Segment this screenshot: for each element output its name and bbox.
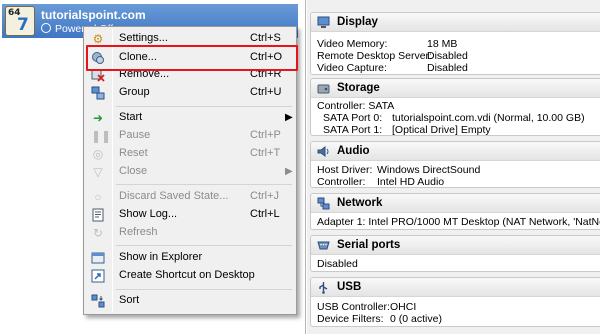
usb-value: 0 (0 active) (390, 313, 442, 325)
usb-key: USB Controller: (317, 301, 390, 313)
audio-title: Audio (337, 145, 370, 157)
menu-item-label: Discard Saved State... (119, 190, 229, 202)
start-arrow-icon: ➜ (92, 111, 104, 125)
monitor-icon (317, 16, 330, 28)
reset-icon: ◎ (92, 147, 104, 161)
display-title: Display (337, 16, 378, 28)
menu-item-label: Pause (119, 129, 151, 141)
menu-item-shortcut: Ctrl+T (250, 147, 281, 159)
menu-item-shortcut: Ctrl+U (250, 86, 282, 98)
menu-item-create-shortcut[interactable]: Create Shortcut on Desktop (86, 267, 294, 285)
serial-status: Disabled (317, 258, 358, 270)
menu-item-show-log[interactable]: Show Log... Ctrl+L (86, 206, 294, 224)
audio-value: Intel HD Audio (377, 176, 445, 188)
serial-title: Serial ports (337, 239, 401, 251)
display-key: Remote Desktop Server: (317, 50, 432, 62)
usb-title: USB (337, 281, 362, 293)
audio-value: Windows DirectSound (377, 164, 481, 176)
storage-icon (317, 84, 330, 94)
windows-7-64-icon: 64 7 (5, 6, 35, 36)
menu-item-close[interactable]: ▽ Close ▶ (86, 163, 294, 181)
storage-controller: Controller: SATA (317, 100, 395, 112)
vm-name: tutorialspoint.com (41, 8, 146, 22)
menu-item-label: Show Log... (119, 208, 178, 220)
usb-icon (319, 282, 328, 294)
power-off-icon (41, 23, 51, 33)
menu-item-label: Create Shortcut on Desktop (119, 269, 255, 281)
menu-item-discard-saved-state[interactable]: ○ Discard Saved State... Ctrl+J (86, 188, 294, 206)
clone-highlight-box (86, 45, 298, 71)
storage-key: SATA Port 1: (323, 124, 383, 136)
audio-key: Controller: (317, 176, 366, 188)
audio-section: Audio Host Driver: Windows DirectSound Co… (310, 141, 600, 188)
network-adapter: Adapter 1: Intel PRO/1000 MT Desktop (NA… (317, 216, 600, 228)
menu-item-shortcut: Ctrl+L (250, 208, 280, 220)
menu-item-label: Refresh (119, 226, 158, 238)
menu-item-sort[interactable]: Sort (86, 292, 294, 310)
settings-icon: ⚙ (92, 32, 104, 46)
menu-item-shortcut: Ctrl+P (250, 129, 281, 141)
discard-icon: ○ (94, 190, 102, 204)
display-value: Disabled (427, 62, 468, 74)
menu-item-start[interactable]: ➜ Start ▶ (86, 109, 294, 127)
menu-item-group[interactable]: Group Ctrl+U (86, 84, 294, 102)
submenu-arrow-icon: ▶ (285, 112, 293, 123)
shortcut-icon (91, 269, 105, 283)
network-section-header[interactable]: Network (311, 194, 600, 213)
explorer-icon (91, 251, 105, 265)
usb-value: OHCI (390, 301, 417, 313)
menu-item-label: Start (119, 111, 143, 123)
menu-item-shortcut: Ctrl+S (250, 32, 281, 44)
log-icon (91, 208, 105, 222)
storage-section-header[interactable]: Storage (311, 79, 600, 98)
menu-separator (116, 289, 292, 290)
network-icon (317, 197, 330, 210)
close-icon: ▽ (93, 165, 103, 179)
display-value: 18 MB (427, 38, 458, 50)
menu-item-pause[interactable]: ❚❚ Pause Ctrl+P (86, 127, 294, 145)
storage-title: Storage (337, 82, 380, 94)
usb-key: Device Filters: (317, 313, 384, 325)
storage-key: SATA Port 0: (323, 112, 383, 124)
display-value: Disabled (427, 50, 468, 62)
usb-section-header[interactable]: USB (311, 278, 600, 297)
display-section-header[interactable]: Display (311, 13, 600, 32)
menu-item-refresh[interactable]: ↻ Refresh (86, 224, 294, 242)
menu-item-shortcut: Ctrl+J (250, 190, 280, 202)
pause-icon: ❚❚ (91, 129, 112, 143)
menu-separator (116, 106, 292, 107)
speaker-icon (317, 146, 329, 157)
display-section: Display Video Memory: 18 MB Remote Deskto… (310, 12, 600, 75)
submenu-arrow-icon: ▶ (285, 166, 293, 177)
menu-item-label: Settings... (119, 32, 168, 44)
menu-item-label: Close (119, 165, 148, 177)
display-key: Video Memory: (317, 38, 388, 50)
usb-section: USB USB Controller: OHCI Device Filters: 0… (310, 277, 600, 327)
group-icon (91, 86, 105, 100)
network-section: Network Adapter 1: Intel PRO/1000 MT Des… (310, 193, 600, 230)
audio-section-header[interactable]: Audio (311, 142, 600, 161)
serial-port-icon (317, 241, 330, 250)
os-badge-version: 7 (17, 15, 29, 35)
menu-item-label: Reset (119, 147, 148, 159)
network-title: Network (337, 197, 383, 209)
menu-item-label: Show in Explorer (119, 251, 203, 263)
details-panel: Display Video Memory: 18 MB Remote Deskto… (307, 0, 600, 334)
storage-section: Storage Controller: SATA SATA Port 0: tut… (310, 78, 600, 136)
menu-item-label: Group (119, 86, 150, 98)
menu-item-label: Sort (119, 294, 140, 306)
menu-separator (116, 245, 292, 246)
sort-icon (91, 294, 105, 308)
audio-key: Host Driver: (317, 164, 373, 176)
storage-value: [Optical Drive] Empty (392, 124, 491, 136)
menu-item-show-in-explorer[interactable]: Show in Explorer (86, 249, 294, 267)
serial-section-header[interactable]: Serial ports (311, 236, 600, 255)
menu-separator (116, 184, 292, 185)
menu-item-reset[interactable]: ◎ Reset Ctrl+T (86, 145, 294, 163)
serial-section: Serial ports Disabled (310, 235, 600, 272)
refresh-icon: ↻ (92, 226, 104, 240)
display-key: Video Capture: (317, 62, 387, 74)
storage-value: tutorialspoint.com.vdi (Normal, 10.00 GB… (392, 112, 585, 124)
